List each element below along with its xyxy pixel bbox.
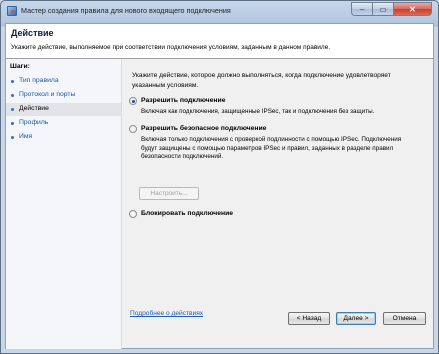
option-description: Включая как подключения, защищенные IPSe…: [141, 108, 375, 115]
page-title: Действие: [11, 28, 54, 38]
step-profile[interactable]: Профиль: [6, 117, 121, 130]
maximize-icon: ▭: [379, 4, 387, 14]
step-label: Имя: [19, 133, 33, 140]
option-label[interactable]: Разрешить безопасное подключение: [141, 125, 266, 132]
step-protocol-ports[interactable]: Протокол и порты: [6, 89, 121, 102]
close-icon: ✕: [409, 4, 416, 14]
radio-block[interactable]: [129, 210, 137, 218]
radio-allow-secure[interactable]: [129, 125, 137, 133]
action-panel: Укажите действие, которое должно выполня…: [122, 59, 433, 349]
window-title: Мастер создания правила для нового входя…: [21, 6, 231, 15]
step-label: Профиль: [19, 119, 49, 126]
title-bar: Мастер создания правила для нового входя…: [1, 1, 438, 21]
minimize-icon: –: [359, 4, 365, 14]
option-label[interactable]: Разрешить подключение: [141, 97, 225, 104]
maximize-button[interactable]: ▭: [373, 2, 394, 16]
option-label[interactable]: Блокировать подключение: [141, 210, 233, 217]
minimize-button[interactable]: –: [351, 2, 373, 16]
steps-panel: Шаги: Тип правила Протокол и порты Дейст…: [6, 59, 122, 349]
cancel-button[interactable]: Отмена: [383, 312, 426, 325]
back-button[interactable]: < Назад: [288, 312, 330, 325]
step-name[interactable]: Имя: [6, 131, 121, 144]
bullet-icon: [11, 122, 14, 125]
close-button[interactable]: ✕: [394, 2, 432, 16]
bullet-icon: [11, 108, 14, 111]
step-rule-type[interactable]: Тип правила: [6, 75, 121, 88]
step-label: Протокол и порты: [19, 91, 76, 98]
firewall-app-icon: [7, 6, 17, 16]
radio-allow[interactable]: [129, 97, 137, 105]
option-description: Включая только подключения с проверкой п…: [141, 136, 402, 161]
bullet-icon: [11, 80, 14, 83]
learn-more-link[interactable]: Подробнее о действиях: [130, 310, 203, 317]
steps-title: Шаги:: [10, 63, 30, 70]
step-label: Тип правила: [19, 77, 59, 84]
action-prompt: Укажите действие, которое должно выполня…: [132, 72, 391, 89]
wizard-client-area: Действие Укажите действие, выполняемое п…: [5, 23, 434, 349]
wizard-window: Мастер создания правила для нового входя…: [0, 0, 439, 354]
step-action[interactable]: Действие: [6, 103, 121, 116]
wizard-header: Действие Укажите действие, выполняемое п…: [6, 24, 433, 59]
step-label: Действие: [19, 105, 49, 112]
window-controls: – ▭ ✕: [351, 2, 432, 16]
page-subtitle: Укажите действие, выполняемое при соотве…: [11, 44, 331, 51]
bullet-icon: [11, 136, 14, 139]
customize-button: Настроить...: [139, 187, 199, 200]
next-button[interactable]: Далее >: [336, 312, 376, 325]
bullet-icon: [11, 94, 14, 97]
